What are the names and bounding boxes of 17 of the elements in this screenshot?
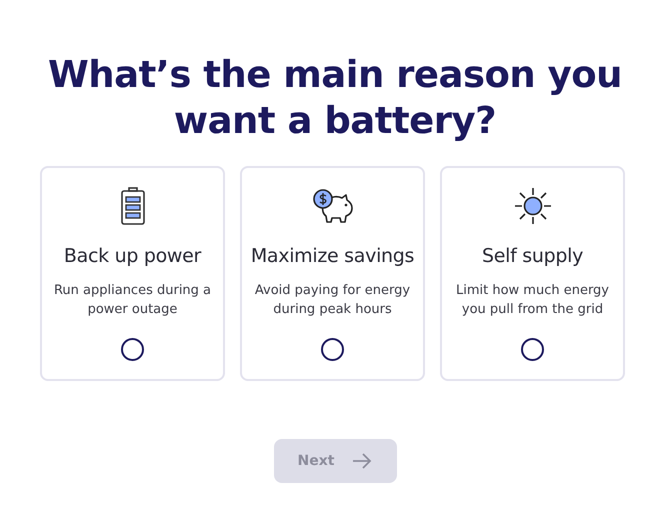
option-card[interactable]: Self supply Limit how much energy you pull from the grid [440, 166, 625, 381]
radio-button[interactable] [321, 338, 344, 361]
sun-icon [514, 187, 552, 225]
option-card[interactable]: Back up power Run appliances during a power outage [40, 166, 225, 381]
option-card[interactable]: Maximize savings Avoid paying for energy during peak hours [240, 166, 425, 381]
arrow-right-icon [352, 453, 372, 469]
radio-button[interactable] [521, 338, 544, 361]
radio-button[interactable] [121, 338, 144, 361]
option-description: Avoid paying for energy during peak hours [254, 282, 412, 318]
option-title: Self supply [482, 244, 584, 269]
option-title: Back up power [64, 244, 202, 269]
option-description: Limit how much energy you pull from the grid [454, 282, 610, 318]
piggy-bank-coin-icon [312, 188, 354, 224]
option-title: Maximize savings [250, 244, 414, 269]
question-heading: What’s the main reason you want a battery? [46, 52, 624, 144]
battery-icon [120, 187, 146, 225]
option-description: Run appliances during a power outage [52, 282, 212, 318]
